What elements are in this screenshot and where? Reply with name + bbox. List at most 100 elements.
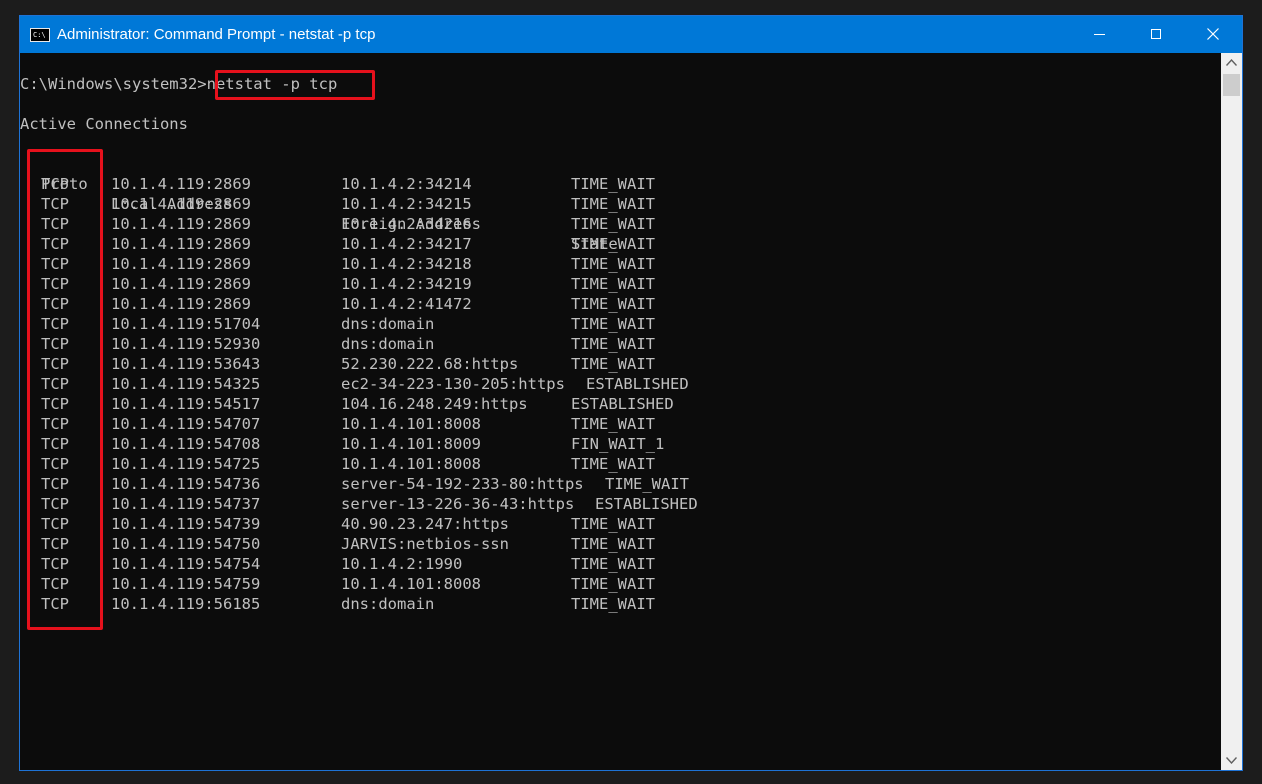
row-local-address: 10.1.4.119:54739 [111,515,261,533]
table-row: TCP 10.1.4.119:54707 10.1.4.101:8008 TIME_W… [20,414,920,434]
table-row: TCP 10.1.4.119:56185 dns:domain TIME_WAIT [20,594,920,614]
prompt-text: C:\Windows\system32> [20,75,207,93]
row-state: ESTABLISHED [595,495,698,513]
row-local-address: 10.1.4.119:54737 [111,495,261,513]
console-output[interactable]: C:\Windows\system32>netstat -p tcp Activ… [20,53,1221,770]
row-state: TIME_WAIT [571,175,655,193]
row-foreign-address: 10.1.4.2:34217 [341,235,472,253]
row-foreign-address: 10.1.4.2:41472 [341,295,472,313]
scroll-up-button[interactable] [1221,53,1242,73]
row-state: TIME_WAIT [571,595,655,613]
row-state: TIME_WAIT [571,195,655,213]
chevron-up-icon [1226,59,1237,66]
row-local-address: 10.1.4.119:2869 [111,295,251,313]
row-state: TIME_WAIT [571,535,655,553]
row-state: TIME_WAIT [571,355,655,373]
table-row: TCP 10.1.4.119:2869 10.1.4.2:34216 TIME_WAI… [20,214,920,234]
row-local-address: 10.1.4.119:54517 [111,395,261,413]
table-row: TCP 10.1.4.119:2869 10.1.4.2:34214 TIME_WAI… [20,174,920,194]
row-state: TIME_WAIT [571,235,655,253]
row-state: TIME_WAIT [571,455,655,473]
row-local-address: 10.1.4.119:54725 [111,455,261,473]
row-local-address: 10.1.4.119:54750 [111,535,261,553]
row-foreign-address: 10.1.4.2:34214 [341,175,472,193]
table-row: TCP 10.1.4.119:2869 10.1.4.2:34218 TIME_WAI… [20,254,920,274]
row-local-address: 10.1.4.119:2869 [111,275,251,293]
row-state: TIME_WAIT [571,295,655,313]
row-local-address: 10.1.4.119:2869 [111,215,251,233]
row-foreign-address: 10.1.4.2:34216 [341,215,472,233]
minimize-icon [1094,34,1105,35]
row-state: TIME_WAIT [571,515,655,533]
table-row: TCP 10.1.4.119:54325 ec2-34-223-130-205:ht… [20,374,920,394]
row-state: TIME_WAIT [571,335,655,353]
row-foreign-address: ec2-34-223-130-205:https [341,375,565,393]
maximize-icon [1151,29,1161,39]
table-row: TCP 10.1.4.119:2869 10.1.4.2:34217 TIME_WAI… [20,234,920,254]
row-state: TIME_WAIT [571,215,655,233]
row-foreign-address: 10.1.4.2:1990 [341,555,463,573]
row-state: ESTABLISHED [571,395,674,413]
row-local-address: 10.1.4.119:51704 [111,315,261,333]
title-bar[interactable]: C:\ Administrator: Command Prompt - nets… [20,16,1242,53]
row-local-address: 10.1.4.119:54736 [111,475,261,493]
close-icon [1207,28,1219,40]
table-row: TCP 10.1.4.119:2869 10.1.4.2:34219 TIME_WAI… [20,274,920,294]
row-local-address: 10.1.4.119:54754 [111,555,261,573]
row-state: TIME_WAIT [571,415,655,433]
row-foreign-address: server-54-192-233-80:https [341,475,584,493]
table-row: TCP 10.1.4.119:54754 10.1.4.2:1990 TIME_WAI… [20,554,920,574]
table-header-row: Proto Local Address Foreign Address Stat… [20,154,920,253]
row-foreign-address: 10.1.4.2:34215 [341,195,472,213]
row-local-address: 10.1.4.119:2869 [111,255,251,273]
row-foreign-address: 52.230.222.68:https [341,355,519,373]
maximize-button[interactable] [1128,16,1184,53]
row-foreign-address: JARVIS:netbios-ssn [341,535,509,553]
row-state: TIME_WAIT [571,275,655,293]
row-state: TIME_WAIT [571,255,655,273]
row-local-address: 10.1.4.119:56185 [111,595,261,613]
row-local-address: 10.1.4.119:54325 [111,375,261,393]
close-button[interactable] [1184,16,1242,53]
minimize-button[interactable] [1072,16,1128,53]
row-state: TIME_WAIT [571,315,655,333]
table-row: TCP 10.1.4.119:54739 40.90.23.247:https TIM… [20,514,920,534]
row-local-address: 10.1.4.119:54759 [111,575,261,593]
vertical-scrollbar[interactable] [1221,53,1242,770]
row-local-address: 10.1.4.119:53643 [111,355,261,373]
row-foreign-address: 10.1.4.101:8009 [341,435,481,453]
row-foreign-address: 10.1.4.2:34218 [341,255,472,273]
row-foreign-address: dns:domain [341,315,435,333]
row-foreign-address: 10.1.4.2:34219 [341,275,472,293]
table-row: TCP 10.1.4.119:54708 10.1.4.101:8009 FIN_WA… [20,434,920,454]
row-foreign-address: dns:domain [341,335,435,353]
row-local-address: 10.1.4.119:2869 [111,195,251,213]
row-local-address: 10.1.4.119:54707 [111,415,261,433]
window-title: Administrator: Command Prompt - netstat … [57,26,376,43]
table-row: TCP 10.1.4.119:54750 JARVIS:netbios-ssn TIM… [20,534,920,554]
row-foreign-address: 10.1.4.101:8008 [341,415,481,433]
chevron-down-icon [1226,757,1237,764]
table-row: TCP 10.1.4.119:51704 dns:domain TIME_WAIT [20,314,920,334]
command-highlight-box [215,70,375,100]
row-state: ESTABLISHED [586,375,689,393]
row-foreign-address: 10.1.4.101:8008 [341,455,481,473]
cmd-icon: C:\ [30,28,50,42]
row-local-address: 10.1.4.119:52930 [111,335,261,353]
row-local-address: 10.1.4.119:2869 [111,175,251,193]
row-state: TIME_WAIT [571,555,655,573]
row-state: TIME_WAIT [571,575,655,593]
command-prompt-window: C:\ Administrator: Command Prompt - nets… [19,15,1243,771]
scrollbar-thumb[interactable] [1223,74,1240,96]
table-row: TCP 10.1.4.119:2869 10.1.4.2:34215 TIME_WAI… [20,194,920,214]
row-foreign-address: server-13-226-36-43:https [341,495,575,513]
scroll-down-button[interactable] [1221,751,1242,770]
table-row: TCP 10.1.4.119:54725 10.1.4.101:8008 TIME_W… [20,454,920,474]
table-row: TCP 10.1.4.119:53643 52.230.222.68:https TI… [20,354,920,374]
table-row: TCP 10.1.4.119:54736 server-54-192-233-80:… [20,474,920,494]
table-row: TCP 10.1.4.119:54517 104.16.248.249:https E… [20,394,920,414]
table-row: TCP 10.1.4.119:2869 10.1.4.2:41472 TIME_WAI… [20,294,920,314]
table-row: TCP 10.1.4.119:54737 server-13-226-36-43:h… [20,494,920,514]
row-foreign-address: dns:domain [341,595,435,613]
active-connections-heading: Active Connections [20,115,188,133]
